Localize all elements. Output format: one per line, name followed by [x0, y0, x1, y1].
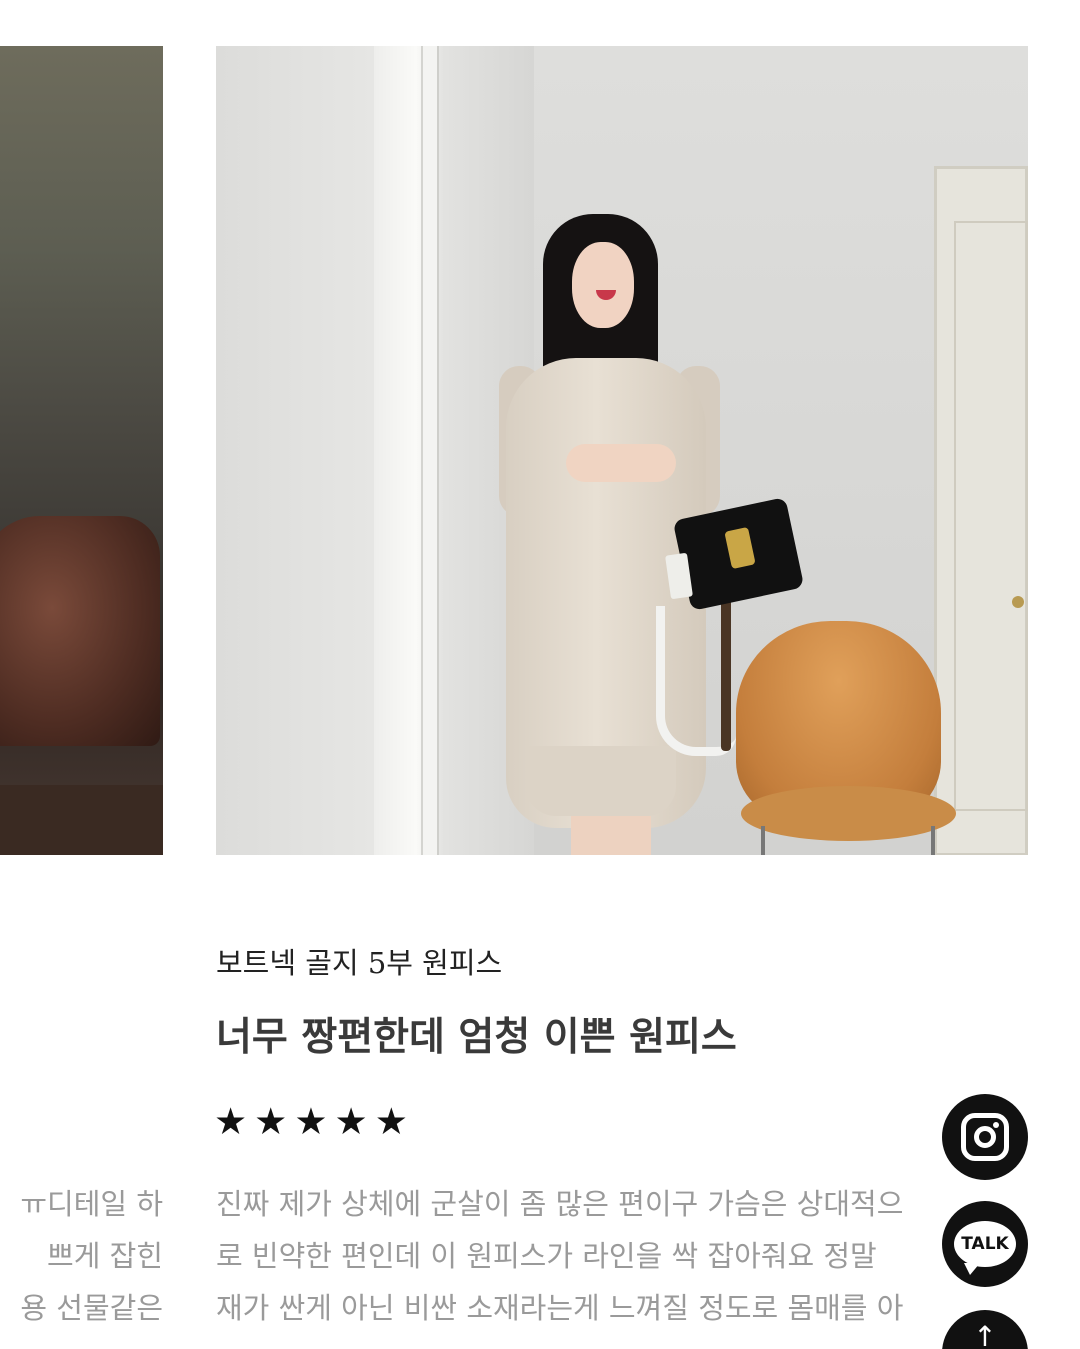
product-image[interactable]	[216, 46, 1028, 855]
previous-review-text: ㅠ디테일 하 쁘게 잡힌 용 선물같은	[0, 1178, 163, 1334]
arrow-up-icon: ↑	[973, 1319, 997, 1349]
star-icon: ★	[294, 1100, 328, 1143]
star-icon: ★	[214, 1100, 248, 1143]
review-line: 로 빈약한 편인데 이 원피스가 라인을 싹 잡아줘요 정말	[216, 1239, 877, 1273]
previous-product-image[interactable]	[0, 46, 163, 855]
talk-bubble-icon: TALK	[954, 1221, 1016, 1275]
review-text: 진짜 제가 상체에 군살이 좀 많은 편이구 가슴은 상대적으 로 빈약한 편인…	[216, 1178, 1016, 1334]
instagram-button[interactable]	[942, 1094, 1028, 1180]
sofa-shape	[0, 516, 160, 746]
review-line: ㅠ디테일 하	[20, 1187, 163, 1221]
floor-shape	[0, 785, 163, 855]
talk-label: TALK	[961, 1234, 1009, 1254]
review-line: 진짜 제가 상체에 군살이 좀 많은 편이구 가슴은 상대적으	[216, 1187, 904, 1221]
rating-stars: ★ ★ ★ ★ ★	[214, 1100, 408, 1144]
star-icon: ★	[374, 1100, 408, 1143]
kakao-talk-button[interactable]: TALK	[942, 1201, 1028, 1287]
review-title: 너무 짱편한데 엄청 이쁜 원피스	[216, 1015, 737, 1060]
review-line: 용 선물같은	[20, 1291, 163, 1325]
star-icon: ★	[334, 1100, 368, 1143]
star-icon: ★	[254, 1100, 288, 1143]
model-face	[572, 242, 634, 328]
review-line: 재가 싼게 아닌 비싼 소재라는게 느껴질 정도로 몸매를 아	[216, 1291, 904, 1325]
review-line: 쁘게 잡힌	[47, 1239, 163, 1273]
product-subtitle: 보트넥 골지 5부 원피스	[216, 946, 503, 980]
instagram-icon	[961, 1113, 1009, 1161]
